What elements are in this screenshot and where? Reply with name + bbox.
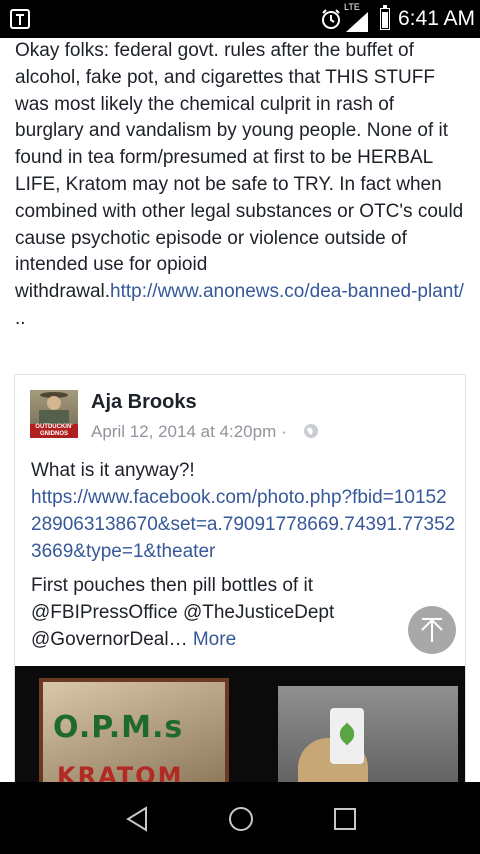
date-separator: · [280,422,287,441]
post-link[interactable]: http://www.anonews.co/dea-banned-plant/ [110,281,464,302]
navigation-bar [0,782,480,854]
network-label: LTE [344,2,360,12]
shared-post-mentions: First pouches then pill bottles of it @F… [31,575,335,650]
post-body: Okay folks: federal govt. rules after th… [15,38,467,333]
home-icon[interactable] [228,806,254,832]
post-trailing: .. [15,307,26,329]
status-bar: LTE 6:41 AM [0,0,480,38]
notification-icon [10,9,30,29]
kratom-sign-photo[interactable]: O.P.M.s KRATOM [39,678,229,793]
shared-post-text: What is it anyway?! https://www.facebook… [31,457,456,565]
scroll-to-top-button[interactable] [408,606,456,654]
author-name[interactable]: Aja Brooks [91,391,197,414]
shared-post-question: What is it anyway?! [31,460,195,481]
more-link[interactable]: More [193,629,236,650]
post-date-text[interactable]: April 12, 2014 at 4:20pm [91,422,276,441]
alarm-icon [322,9,340,29]
post-text: Okay folks: federal govt. rules after th… [15,40,464,303]
signal-icon [346,12,368,32]
pill-bottle-photo[interactable] [278,686,458,793]
photo-strip[interactable]: O.P.M.s KRATOM [15,666,465,793]
post-date[interactable]: April 12, 2014 at 4:20pm · [91,422,287,442]
status-time: 6:41 AM [398,7,476,30]
shared-post-card[interactable]: OUTDUCKIN' GNIDNOS Aja Brooks April 12, … [14,374,466,794]
arrow-up-icon [421,618,443,642]
avatar[interactable]: OUTDUCKIN' GNIDNOS [30,390,78,438]
battery-icon [380,5,390,30]
recent-apps-icon[interactable] [334,808,356,830]
back-icon[interactable] [124,806,150,832]
avatar-banner-text: OUTDUCKIN' GNIDNOS [30,424,78,438]
shared-post-more-text: First pouches then pill bottles of it @F… [31,572,411,653]
shared-post-link[interactable]: https://www.facebook.com/photo.php?fbid=… [31,487,455,562]
globe-icon [304,424,318,438]
sign-text-opms: O.P.M.s [53,710,184,745]
